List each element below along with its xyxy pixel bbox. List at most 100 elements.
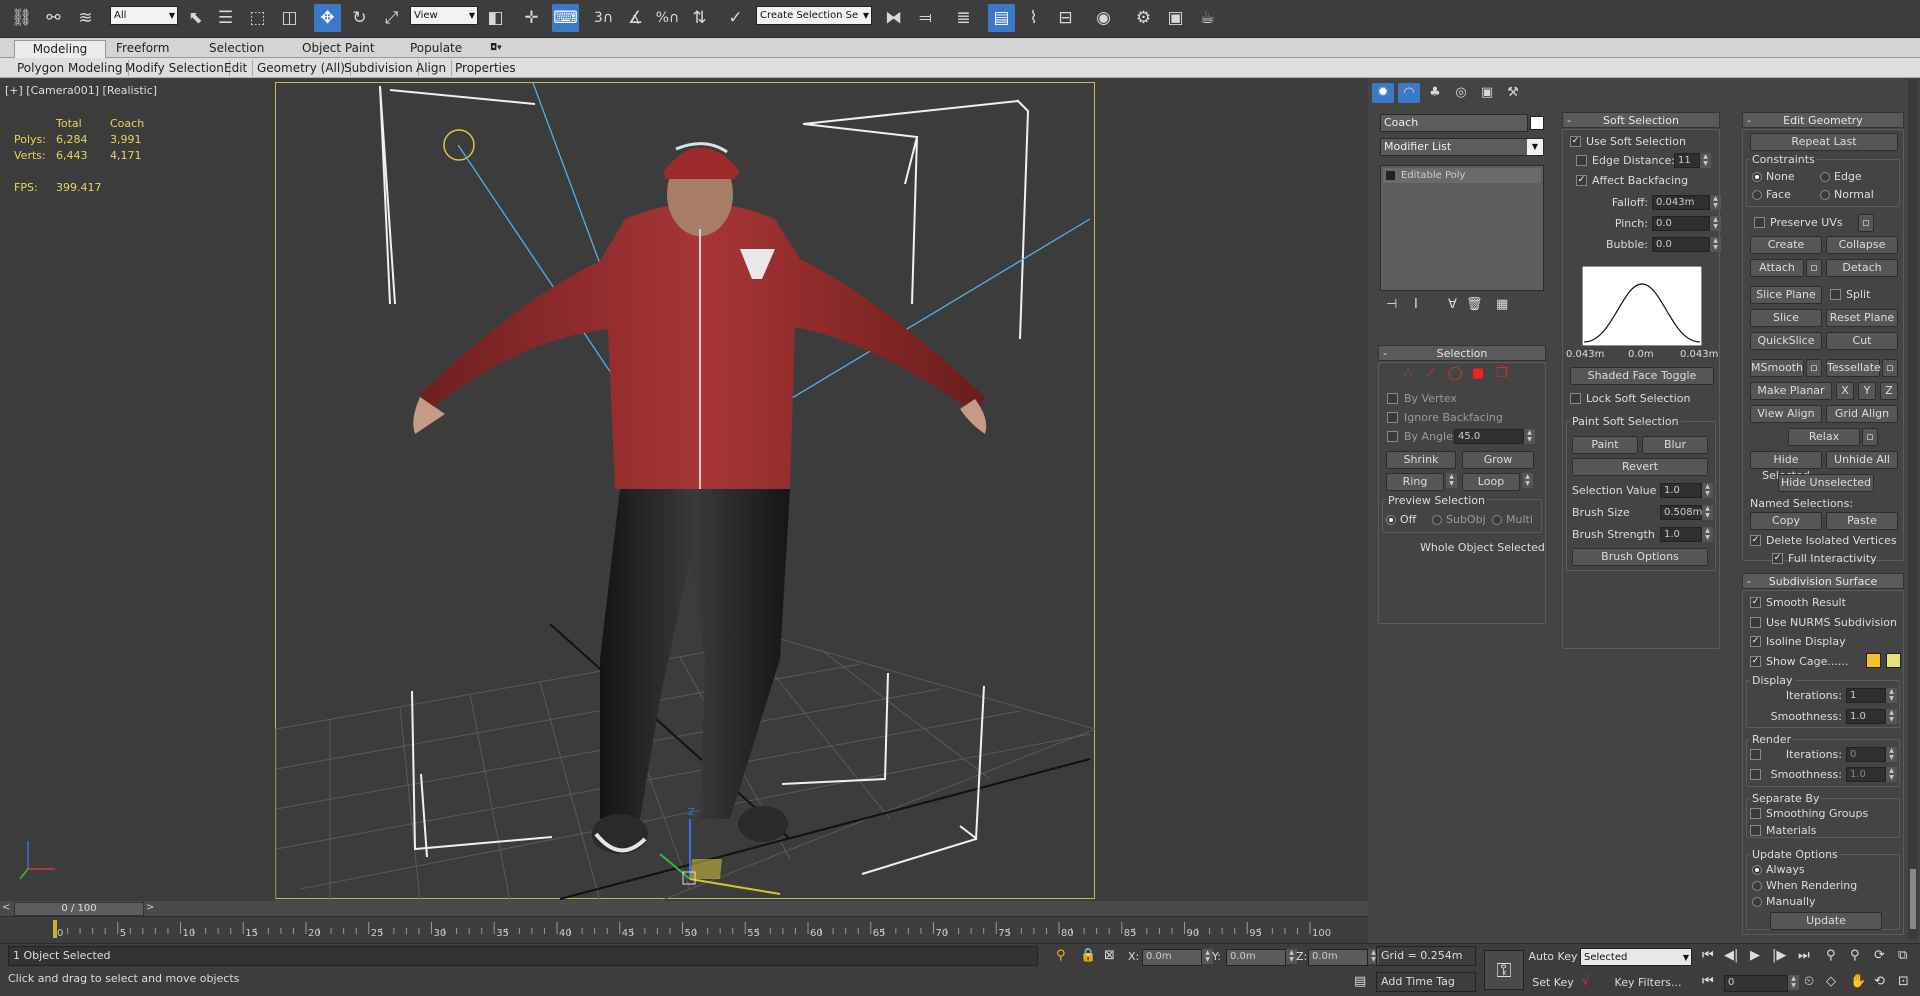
rendered-frame-icon[interactable]: ▣ (1162, 4, 1189, 32)
stack-item-editable-poly[interactable]: Editable Poly (1383, 168, 1541, 183)
named-selection-dropdown[interactable]: Create Selection Se ▼ (756, 6, 872, 25)
collapse-button[interactable]: Collapse (1826, 236, 1898, 254)
angle-snap-icon[interactable]: ∡ (622, 4, 649, 32)
add-time-tag-button[interactable]: Add Time Tag (1376, 972, 1476, 992)
pan-icon[interactable]: ✋ (1850, 974, 1866, 989)
rotate-icon[interactable]: ↻ (346, 4, 373, 32)
time-slider-thumb[interactable]: 0 / 100 (14, 902, 144, 916)
blur-button[interactable]: Blur (1642, 436, 1708, 454)
motion-panel-icon[interactable]: ◎ (1450, 83, 1472, 103)
by-angle-checkbox[interactable] (1387, 431, 1398, 442)
panel-edit[interactable]: Edit (219, 60, 254, 76)
update-manually-radio[interactable] (1752, 897, 1762, 907)
copy-button[interactable]: Copy (1750, 512, 1822, 530)
ignore-backfacing-checkbox[interactable] (1387, 412, 1398, 423)
use-nurms-checkbox[interactable] (1750, 617, 1761, 628)
split-checkbox[interactable] (1830, 289, 1841, 300)
time-slider-next-icon[interactable]: > (146, 902, 154, 913)
update-when-rendering-radio[interactable] (1752, 881, 1762, 891)
show-cage-checkbox[interactable]: ✓ (1750, 656, 1761, 667)
shaded-face-toggle-button[interactable]: Shaded Face Toggle (1570, 367, 1714, 385)
vertex-mode-icon[interactable]: ∴ (1404, 366, 1412, 381)
make-planar-button[interactable]: Make Planar (1750, 382, 1832, 400)
make-unique-icon[interactable]: ∀ (1448, 297, 1457, 312)
next-frame-icon[interactable]: |▶ (1772, 948, 1786, 963)
panel-modify-selection[interactable]: Modify Selection (120, 60, 230, 76)
update-always-radio[interactable] (1752, 865, 1762, 875)
pinch-spinner[interactable]: 0.0 ▲ ▼ (1652, 216, 1721, 231)
constraint-edge-radio[interactable] (1820, 172, 1830, 182)
selection-lock-icon[interactable]: 🔒 (1080, 948, 1096, 963)
modifier-list-dropdown[interactable]: Modifier List ▼ (1380, 138, 1544, 156)
key-mode-toggle-icon[interactable]: ⏮ (1702, 974, 1714, 989)
show-end-result-icon[interactable]: I (1414, 297, 1418, 312)
constraint-normal-radio[interactable] (1820, 190, 1830, 200)
attach-settings-icon[interactable]: ▫ (1806, 259, 1822, 277)
ribbon-options-icon[interactable]: ◘▾ (482, 40, 510, 58)
slice-plane-button[interactable]: Slice Plane (1750, 286, 1822, 304)
selection-rollout-header[interactable]: - Selection (1378, 345, 1546, 361)
display-smoothness-spinner[interactable]: 1.0 ▲ ▼ (1846, 709, 1897, 724)
edge-distance-checkbox[interactable] (1576, 155, 1587, 166)
modify-panel-icon[interactable]: ◠ (1398, 83, 1420, 103)
keyboard-shortcut-icon[interactable]: ⌨ (552, 4, 579, 32)
time-tag-icon[interactable]: ▤ (1354, 974, 1366, 989)
loop-button[interactable]: Loop (1462, 473, 1520, 491)
brush-options-button[interactable]: Brush Options (1572, 548, 1708, 566)
tab-selection[interactable]: Selection (201, 40, 272, 58)
create-panel-icon[interactable]: ✹ (1372, 83, 1394, 103)
tessellate-button[interactable]: Tessellate (1826, 359, 1881, 377)
preview-off-radio[interactable] (1386, 515, 1396, 525)
display-panel-icon[interactable]: ▣ (1476, 83, 1498, 103)
reference-coord-dropdown[interactable]: View ▼ (410, 6, 478, 25)
panel-subdivision[interactable]: Subdivision (339, 60, 419, 76)
time-slider-track[interactable] (0, 901, 1368, 917)
auto-key-button[interactable]: Auto Key (1528, 948, 1578, 966)
msmooth-button[interactable]: MSmooth (1750, 359, 1804, 377)
materials-checkbox[interactable] (1750, 825, 1761, 836)
unlink-icon[interactable]: ⚯ (40, 4, 67, 32)
preserve-uvs-settings-icon[interactable]: ▫ (1858, 214, 1874, 232)
select-icon[interactable]: ⬉ (182, 4, 209, 32)
material-editor-icon[interactable]: ◉ (1090, 4, 1117, 32)
character-coach[interactable] (413, 142, 987, 854)
element-mode-icon[interactable]: ❒ (1496, 366, 1508, 381)
zoom-icon[interactable]: ⚲ (1826, 948, 1836, 963)
attach-button[interactable]: Attach (1750, 259, 1804, 277)
isolate-selection-icon[interactable]: ⚲ (1056, 948, 1066, 963)
go-to-start-icon[interactable]: ⏮ (1702, 948, 1714, 963)
planar-x-button[interactable]: X (1836, 382, 1854, 400)
align-icon[interactable]: ⫤ (912, 4, 939, 32)
constraint-face-radio[interactable] (1752, 190, 1762, 200)
smooth-result-checkbox[interactable]: ✓ (1750, 597, 1761, 608)
current-frame-field[interactable]: 0 ▲ ▼ (1724, 975, 1799, 992)
update-button[interactable]: Update (1770, 912, 1882, 930)
y-coord-field[interactable]: 0.0m ▲ ▼ (1226, 949, 1297, 966)
paint-button[interactable]: Paint (1572, 436, 1638, 454)
detach-button[interactable]: Detach (1826, 259, 1898, 277)
play-icon[interactable]: ▶ (1750, 948, 1760, 963)
spinner-snap-icon[interactable]: ⇅ (686, 4, 713, 32)
paste-button[interactable]: Paste (1826, 512, 1898, 530)
tab-freeform[interactable]: Freeform (108, 40, 177, 58)
mirror-icon[interactable]: ⧓ (880, 4, 907, 32)
falloff-spinner[interactable]: 0.043m ▲ ▼ (1652, 195, 1721, 210)
remove-modifier-icon[interactable]: 🗑 (1466, 297, 1483, 312)
manipulate-icon[interactable]: ✛ (518, 4, 545, 32)
affect-backfacing-checkbox[interactable]: ✓ (1576, 175, 1587, 186)
panel-geometry-all[interactable]: Geometry (All) (252, 60, 351, 76)
zoom-all-icon[interactable]: ⚲ (1850, 948, 1860, 963)
curve-editor-icon[interactable]: ⌇ (1020, 4, 1047, 32)
x-coord-field[interactable]: 0.0m ▲ ▼ (1142, 949, 1213, 966)
edit-named-sel-icon[interactable]: ✓ (722, 4, 749, 32)
ring-button[interactable]: Ring (1386, 473, 1444, 491)
unhide-all-button[interactable]: Unhide All (1826, 451, 1898, 469)
edge-mode-icon[interactable]: ⟋ (1426, 366, 1435, 381)
cut-button[interactable]: Cut (1826, 332, 1898, 350)
panel-polygon-modeling[interactable]: Polygon Modeling (12, 60, 129, 76)
time-configuration-icon[interactable]: ⏲ (1804, 974, 1814, 989)
key-filters-button[interactable]: Key Filters... (1604, 974, 1692, 992)
configure-sets-icon[interactable]: ▦ (1496, 297, 1508, 312)
repeat-last-button[interactable]: Repeat Last (1750, 133, 1898, 151)
hide-unselected-button[interactable]: Hide Unselected (1778, 474, 1874, 492)
